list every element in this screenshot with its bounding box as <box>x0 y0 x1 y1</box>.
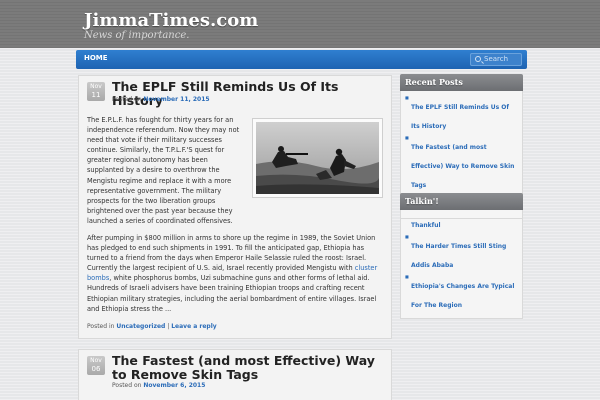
date-month: Nov <box>90 83 102 90</box>
recent-post-link[interactable]: Ethiopia's Changes Are Typical For The R… <box>411 283 514 309</box>
widget-title: Recent Posts <box>400 74 523 91</box>
search-icon <box>475 56 481 62</box>
post-excerpt-paragraph: The E.P.L.F. has fought for thirty years… <box>87 116 240 225</box>
list-item: Ethiopia's Changes Are Typical For The R… <box>405 273 518 311</box>
list-item: The EPLF Still Reminds Us Of Its History <box>405 94 518 132</box>
footer-separator: | <box>167 323 170 330</box>
widget-title: Talkin'! <box>400 193 523 210</box>
site-header: JimmaTimes.com News of importance. <box>0 0 600 48</box>
post-title-link[interactable]: The EPLF Still Reminds Us Of Its History <box>112 80 387 108</box>
post-excerpt-paragraph: After pumping in $800 million in arms to… <box>87 233 384 314</box>
site-title[interactable]: JimmaTimes.com <box>84 10 258 31</box>
date-month: Nov <box>90 357 102 364</box>
date-day: 06 <box>91 365 101 373</box>
post-card: Nov 06 The Fastest (and most Effective) … <box>78 349 392 400</box>
site-tagline: News of importance. <box>84 30 190 41</box>
footer-prefix: Posted in <box>87 323 115 330</box>
widget-body <box>400 210 523 219</box>
post-title-link[interactable]: The Fastest (and most Effective) Way to … <box>112 354 387 382</box>
search-placeholder: Search <box>484 55 509 63</box>
date-day: 11 <box>91 91 101 99</box>
post-image <box>252 118 383 198</box>
recent-post-link[interactable]: The Harder Times Still Sting Addis Ababa <box>411 243 506 269</box>
main-navbar: HOME Search <box>76 50 527 69</box>
meta-prefix: Posted on <box>112 96 142 103</box>
date-badge: Nov 06 <box>87 356 105 375</box>
excerpt-text: After pumping in $800 million in arms to… <box>87 234 376 273</box>
category-link[interactable]: Uncategorized <box>116 323 165 330</box>
meta-prefix: Posted on <box>112 382 142 389</box>
recent-post-link[interactable]: The EPLF Still Reminds Us Of Its History <box>411 104 509 130</box>
search-input[interactable]: Search <box>470 53 522 66</box>
soldiers-photo <box>256 122 379 194</box>
recent-post-link[interactable]: The Fastest (and most Effective) Way to … <box>411 144 514 189</box>
post-date-link[interactable]: November 11, 2015 <box>143 96 209 103</box>
excerpt-text: , white phosphorus bombs, Uzi submachine… <box>87 274 377 313</box>
post-meta: Posted on November 11, 2015 <box>112 96 210 103</box>
list-item: The Harder Times Still Sting Addis Ababa <box>405 233 518 271</box>
post-card: Nov 11 The EPLF Still Reminds Us Of Its … <box>78 75 392 339</box>
post-meta: Posted on November 6, 2015 <box>112 382 205 389</box>
date-badge: Nov 11 <box>87 82 105 101</box>
post-date-link[interactable]: November 6, 2015 <box>143 382 205 389</box>
leave-reply-link[interactable]: Leave a reply <box>171 323 216 330</box>
post-footer: Posted in Uncategorized | Leave a reply <box>87 323 217 330</box>
nav-home-link[interactable]: HOME <box>84 54 108 62</box>
list-item: The Fastest (and most Effective) Way to … <box>405 134 518 191</box>
talkin-widget: Talkin'! <box>400 193 523 219</box>
